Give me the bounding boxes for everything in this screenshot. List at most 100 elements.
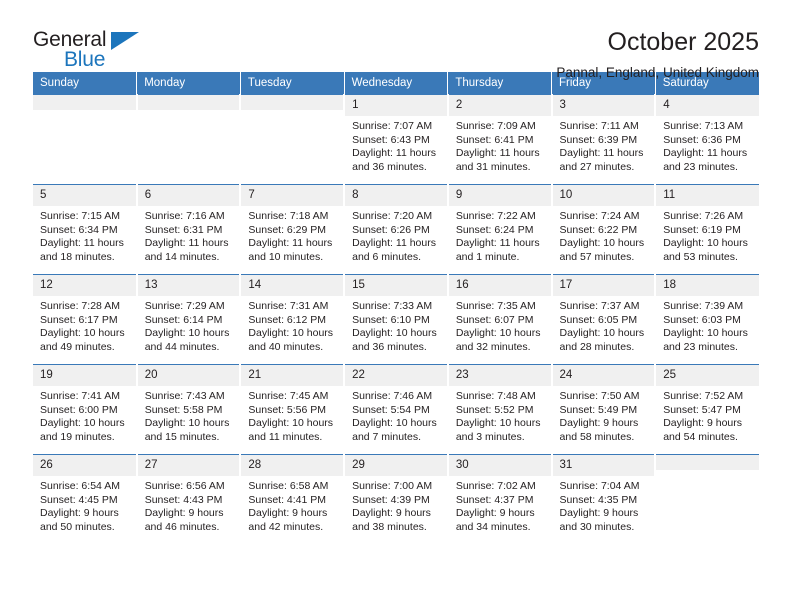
day-details: Sunrise: 6:58 AM Sunset: 4:41 PM Daylight:…	[241, 476, 343, 534]
calendar-day-cell[interactable]: 22 Sunrise: 7:46 AM Sunset: 5:54 PM Dayligh…	[344, 364, 449, 455]
day-cell-inner: 25 Sunrise: 7:52 AM Sunset: 5:47 PM Dayligh…	[656, 365, 759, 454]
sunset-text: Sunset: 5:47 PM	[663, 403, 741, 416]
calendar-day-cell[interactable]: 3 Sunrise: 7:11 AM Sunset: 6:39 PM Daylight…	[551, 94, 657, 185]
calendar-day-cell[interactable]: 12 Sunrise: 7:28 AM Sunset: 6:17 PM Dayligh…	[33, 274, 138, 365]
calendar-day-cell[interactable]: 29 Sunrise: 7:00 AM Sunset: 4:39 PM Dayligh…	[344, 454, 449, 544]
sunset-text: Sunset: 6:12 PM	[248, 313, 327, 326]
sunset-text: Sunset: 6:22 PM	[559, 223, 638, 236]
daylight-text: Daylight: 10 hours and 44 minutes.	[144, 327, 230, 353]
calendar-day-cell[interactable]: 31 Sunrise: 7:04 AM Sunset: 4:35 PM Dayligh…	[551, 454, 657, 544]
daylight-text: Daylight: 10 hours and 19 minutes.	[40, 417, 125, 443]
calendar-day-cell[interactable]: 11 Sunrise: 7:26 AM Sunset: 6:19 PM Dayligh…	[655, 184, 759, 275]
sunset-text: Sunset: 4:43 PM	[144, 493, 223, 506]
day-cell-inner: 8 Sunrise: 7:20 AM Sunset: 6:26 PM Daylight…	[345, 185, 447, 274]
daylight-text: Daylight: 11 hours and 1 minute.	[455, 237, 540, 263]
calendar-day-cell[interactable]: 30 Sunrise: 7:02 AM Sunset: 4:37 PM Dayligh…	[447, 454, 553, 544]
daylight-text: Daylight: 10 hours and 3 minutes.	[455, 417, 541, 443]
calendar-week-row: 26 Sunrise: 6:54 AM Sunset: 4:45 PM Dayligh…	[33, 454, 759, 544]
day-number: 7	[241, 185, 344, 206]
sunset-text: Sunset: 6:07 PM	[455, 313, 534, 326]
day-details: Sunrise: 7:39 AM Sunset: 6:03 PM Daylight:…	[656, 296, 759, 354]
sunrise-text: Sunrise: 7:18 AM	[248, 210, 329, 222]
calendar-day-cell[interactable]: 28 Sunrise: 6:58 AM Sunset: 4:41 PM Dayligh…	[240, 454, 346, 544]
sunrise-text: Sunrise: 7:04 AM	[559, 480, 640, 492]
calendar-day-cell[interactable]: 23 Sunrise: 7:48 AM Sunset: 5:52 PM Dayligh…	[447, 364, 553, 455]
sunrise-text: Sunrise: 7:20 AM	[352, 210, 433, 222]
sunrise-text: Sunrise: 7:46 AM	[352, 390, 433, 402]
calendar-day-cell[interactable]: 10 Sunrise: 7:24 AM Sunset: 6:22 PM Dayligh…	[551, 184, 657, 275]
day-details: Sunrise: 7:37 AM Sunset: 6:05 PM Daylight:…	[553, 296, 655, 354]
day-cell-inner: 31 Sunrise: 7:04 AM Sunset: 4:35 PM Dayligh…	[552, 455, 655, 544]
day-number	[137, 95, 240, 110]
day-details: Sunrise: 7:29 AM Sunset: 6:14 PM Daylight:…	[138, 296, 240, 354]
day-details: Sunrise: 7:43 AM Sunset: 5:58 PM Daylight:…	[138, 386, 240, 444]
sunset-text: Sunset: 6:41 PM	[455, 133, 534, 146]
daylight-text: Daylight: 9 hours and 54 minutes.	[663, 417, 743, 443]
day-details: Sunrise: 6:54 AM Sunset: 4:45 PM Daylight:…	[33, 476, 136, 534]
calendar-day-cell[interactable]: 21 Sunrise: 7:45 AM Sunset: 5:56 PM Dayligh…	[240, 364, 346, 455]
day-number: 4	[656, 95, 759, 116]
sunset-text: Sunset: 5:49 PM	[559, 403, 638, 416]
day-number: 18	[656, 275, 759, 296]
day-cell-inner: 3 Sunrise: 7:11 AM Sunset: 6:39 PM Daylight…	[552, 95, 655, 184]
triangle-icon	[111, 32, 139, 50]
day-details: Sunrise: 7:35 AM Sunset: 6:07 PM Daylight:…	[449, 296, 551, 354]
calendar-day-cell[interactable]: 4 Sunrise: 7:13 AM Sunset: 6:36 PM Daylight…	[655, 94, 759, 185]
day-number: 5	[33, 185, 136, 206]
sunset-text: Sunset: 6:24 PM	[455, 223, 534, 236]
day-cell-inner: 24 Sunrise: 7:50 AM Sunset: 5:49 PM Dayligh…	[552, 365, 655, 454]
calendar-day-cell[interactable]: 7 Sunrise: 7:18 AM Sunset: 6:29 PM Daylight…	[240, 184, 346, 275]
calendar-day-cell[interactable]: 25 Sunrise: 7:52 AM Sunset: 5:47 PM Dayligh…	[655, 364, 759, 455]
day-number: 12	[33, 275, 136, 296]
day-cell-inner: 13 Sunrise: 7:29 AM Sunset: 6:14 PM Dayligh…	[137, 275, 240, 364]
day-number: 24	[552, 365, 655, 386]
day-number: 21	[241, 365, 344, 386]
sunset-text: Sunset: 6:26 PM	[352, 223, 430, 236]
day-cell-inner: 15 Sunrise: 7:33 AM Sunset: 6:10 PM Dayligh…	[345, 275, 447, 364]
sunset-text: Sunset: 6:34 PM	[40, 223, 118, 236]
calendar-day-cell[interactable]: 24 Sunrise: 7:50 AM Sunset: 5:49 PM Dayligh…	[551, 364, 657, 455]
calendar-day-cell[interactable]: 17 Sunrise: 7:37 AM Sunset: 6:05 PM Dayligh…	[551, 274, 657, 365]
day-number	[33, 95, 136, 110]
day-number: 14	[241, 275, 344, 296]
calendar-day-cell[interactable]: 8 Sunrise: 7:20 AM Sunset: 6:26 PM Daylight…	[344, 184, 449, 275]
page-header: General Blue October 2025 Pannal, Englan…	[33, 0, 759, 80]
calendar-day-cell[interactable]: 27 Sunrise: 6:56 AM Sunset: 4:43 PM Dayligh…	[136, 454, 242, 544]
daylight-text: Daylight: 11 hours and 31 minutes.	[455, 147, 540, 173]
logo-text-blue: Blue	[64, 48, 106, 71]
day-number: 13	[137, 275, 240, 296]
calendar-day-cell[interactable]: 5 Sunrise: 7:15 AM Sunset: 6:34 PM Daylight…	[33, 184, 138, 275]
calendar-day-cell[interactable]: 6 Sunrise: 7:16 AM Sunset: 6:31 PM Daylight…	[136, 184, 242, 275]
day-details: Sunrise: 7:31 AM Sunset: 6:12 PM Daylight:…	[241, 296, 343, 354]
calendar-day-cell[interactable]: 19 Sunrise: 7:41 AM Sunset: 6:00 PM Dayligh…	[33, 364, 138, 455]
day-details: Sunrise: 7:07 AM Sunset: 6:43 PM Daylight:…	[345, 116, 447, 174]
day-cell-inner: 26 Sunrise: 6:54 AM Sunset: 4:45 PM Dayligh…	[33, 455, 136, 544]
calendar-day-cell[interactable]: 20 Sunrise: 7:43 AM Sunset: 5:58 PM Dayligh…	[136, 364, 242, 455]
calendar-day-cell[interactable]: 2 Sunrise: 7:09 AM Sunset: 6:41 PM Daylight…	[447, 94, 553, 185]
day-number: 9	[448, 185, 551, 206]
day-cell-inner	[33, 95, 136, 184]
calendar-day-cell[interactable]: 26 Sunrise: 6:54 AM Sunset: 4:45 PM Dayligh…	[33, 454, 138, 544]
sunrise-text: Sunrise: 7:26 AM	[663, 210, 744, 222]
day-cell-inner: 18 Sunrise: 7:39 AM Sunset: 6:03 PM Dayligh…	[656, 275, 759, 364]
sunrise-text: Sunrise: 7:16 AM	[144, 210, 225, 222]
day-details: Sunrise: 7:09 AM Sunset: 6:41 PM Daylight:…	[449, 116, 551, 174]
calendar-day-cell[interactable]: 9 Sunrise: 7:22 AM Sunset: 6:24 PM Daylight…	[447, 184, 553, 275]
sunset-text: Sunset: 6:03 PM	[663, 313, 741, 326]
general-blue-logo: General Blue	[33, 26, 163, 78]
calendar-day-cell[interactable]: 13 Sunrise: 7:29 AM Sunset: 6:14 PM Dayligh…	[136, 274, 242, 365]
calendar-day-cell[interactable]: 18 Sunrise: 7:39 AM Sunset: 6:03 PM Dayligh…	[655, 274, 759, 365]
day-details: Sunrise: 7:15 AM Sunset: 6:34 PM Daylight:…	[33, 206, 136, 264]
sunrise-text: Sunrise: 7:07 AM	[352, 120, 433, 132]
day-cell-inner: 16 Sunrise: 7:35 AM Sunset: 6:07 PM Dayligh…	[448, 275, 551, 364]
sunset-text: Sunset: 6:05 PM	[559, 313, 638, 326]
day-cell-inner: 10 Sunrise: 7:24 AM Sunset: 6:22 PM Dayligh…	[552, 185, 655, 274]
calendar-day-cell[interactable]: 16 Sunrise: 7:35 AM Sunset: 6:07 PM Dayligh…	[447, 274, 553, 365]
calendar-day-cell[interactable]: 1 Sunrise: 7:07 AM Sunset: 6:43 PM Daylight…	[344, 94, 449, 185]
calendar-day-cell[interactable]: 15 Sunrise: 7:33 AM Sunset: 6:10 PM Dayligh…	[344, 274, 449, 365]
calendar-day-cell-empty	[240, 94, 346, 185]
calendar-day-cell[interactable]: 14 Sunrise: 7:31 AM Sunset: 6:12 PM Dayligh…	[240, 274, 346, 365]
daylight-text: Daylight: 11 hours and 23 minutes.	[663, 147, 748, 173]
day-details: Sunrise: 7:50 AM Sunset: 5:49 PM Daylight:…	[553, 386, 655, 444]
day-number: 28	[241, 455, 344, 476]
